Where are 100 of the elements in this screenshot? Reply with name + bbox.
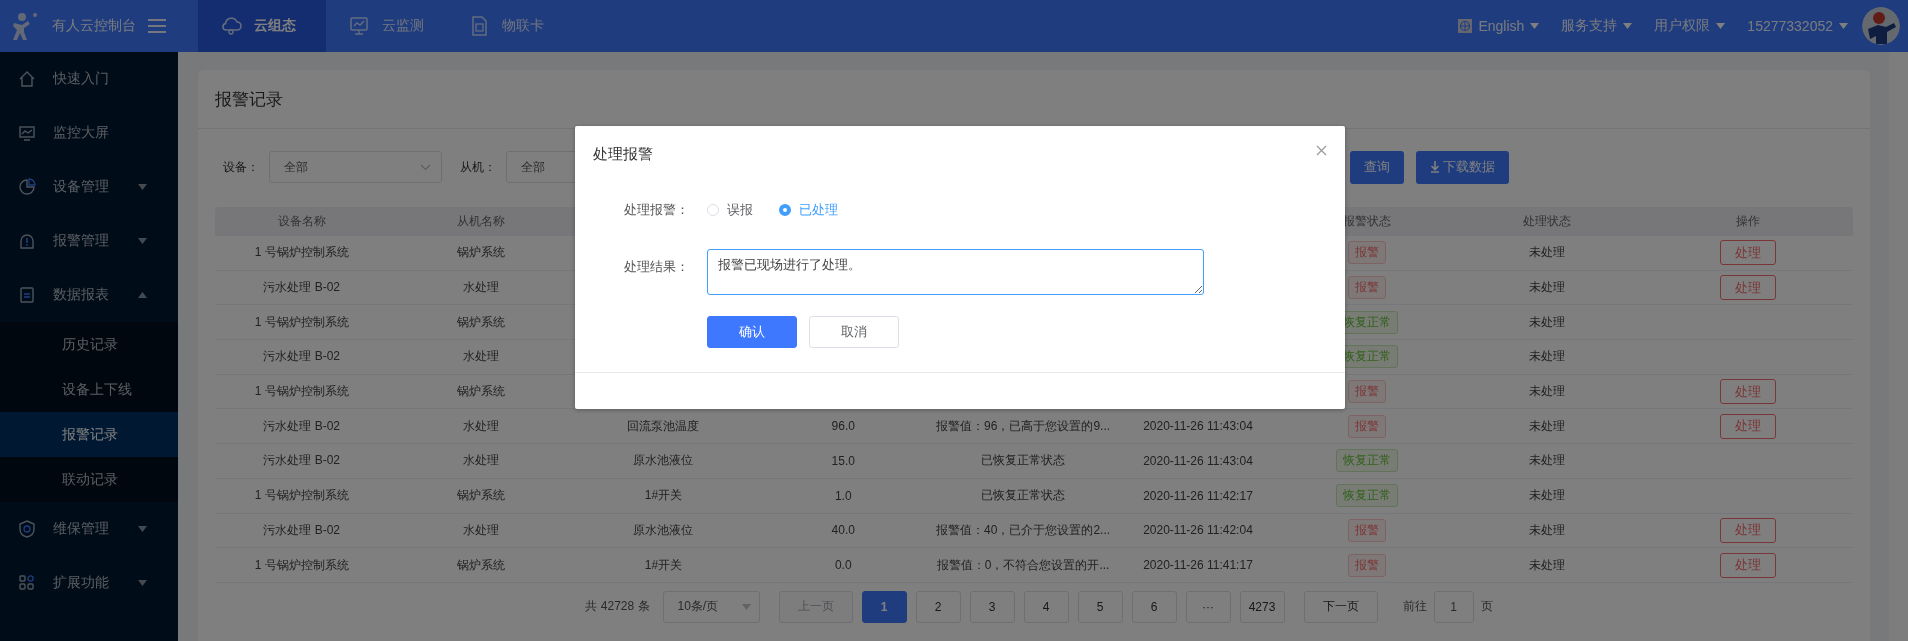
table-cell-text: 2020-11-26 11:43:04 [1143, 452, 1253, 470]
page-button[interactable]: 6 [1131, 590, 1177, 623]
table-cell-text: 水处理 [463, 452, 500, 470]
nav-tab[interactable]: 云组态 [198, 0, 326, 52]
status-tag: 报警 [1348, 414, 1387, 438]
table-cell-text: 未处理 [1529, 244, 1566, 262]
table-cell-text: 未处理 [1529, 452, 1566, 470]
field-label: 处理结果： [623, 258, 689, 276]
status-tag: 报警 [1348, 553, 1387, 577]
table-cell-text: 污水处理 B-02 [263, 452, 341, 470]
globe-icon [1458, 19, 1473, 33]
handle-button[interactable]: 处理 [1719, 517, 1776, 543]
header-menu[interactable]: 15277332052 [1747, 0, 1848, 52]
sidebar-item[interactable]: 报警管理 [0, 214, 178, 268]
filter-label: 设备： [223, 158, 259, 176]
sidebar-subitem[interactable]: 设备上下线 [0, 367, 178, 412]
table-cell-text: 已恢复正常状态 [981, 452, 1066, 470]
page-button[interactable]: 4 [1023, 590, 1069, 623]
page-button[interactable]: 2 [915, 590, 961, 623]
handle-button[interactable]: 处理 [1719, 413, 1776, 439]
caret-icon [138, 292, 147, 298]
avatar[interactable] [1862, 7, 1900, 45]
person-logo-icon [10, 11, 40, 41]
sidebar-subitem[interactable]: 历史记录 [0, 322, 178, 367]
table-cell-text: 污水处理 B-02 [263, 521, 341, 539]
bell-icon [18, 232, 36, 250]
column-header: 操作 [1734, 213, 1761, 230]
status-tag: 恢复正常 [1336, 449, 1399, 473]
header-menu[interactable]: 服务支持 [1561, 0, 1633, 52]
table-cell-text: 未处理 [1529, 417, 1566, 435]
sidebar-item[interactable]: 维保管理 [0, 502, 178, 556]
table-cell-text: 锅炉系统 [457, 487, 506, 505]
page-button[interactable]: 1 [861, 590, 907, 623]
cancel-button[interactable]: 取消 [809, 316, 899, 348]
nav-tab[interactable]: 物联卡 [446, 0, 566, 52]
sidebar-subitem[interactable]: 联动记录 [0, 457, 178, 502]
handle-button[interactable]: 处理 [1719, 240, 1776, 266]
nav-tab[interactable]: 云监测 [326, 0, 446, 52]
status-tag: 报警 [1348, 276, 1387, 300]
table-cell-text: 未处理 [1529, 313, 1566, 331]
table-cell-text: 未处理 [1529, 383, 1566, 401]
table-cell-text: 锅炉系统 [457, 244, 506, 262]
handle-button[interactable]: 处理 [1719, 379, 1776, 405]
close-icon[interactable] [1316, 145, 1327, 156]
handle-button[interactable]: 处理 [1719, 275, 1776, 301]
filter-label: 从机： [460, 158, 496, 176]
field-label: 处理报警： [623, 201, 689, 219]
pie-chart-icon [18, 178, 36, 196]
radio-option[interactable]: 误报 [707, 201, 753, 219]
table-cell-text: 1 号锅炉控制系统 [254, 383, 349, 401]
sidebar-subitem[interactable]: 报警记录 [0, 412, 178, 457]
page-button[interactable]: 4273 [1239, 590, 1285, 623]
handle-button[interactable]: 处理 [1719, 552, 1776, 578]
caret-icon [1839, 23, 1848, 29]
select-field[interactable]: 全部 [269, 151, 442, 183]
result-field[interactable]: 报警已现场进行了处理。 [707, 249, 1204, 295]
status-tag: 报警 [1348, 241, 1387, 265]
status-tag: 报警 [1348, 518, 1387, 542]
table-cell-text: 水处理 [463, 417, 500, 435]
shield-icon [18, 520, 36, 538]
page-button[interactable]: 3 [969, 590, 1015, 623]
status-tag: 恢复正常 [1336, 484, 1399, 508]
table-cell-text: 水处理 [463, 521, 500, 539]
table-cell-text: 2020-11-26 11:41:17 [1143, 557, 1253, 575]
sidebar-item[interactable]: 设备管理 [0, 160, 178, 214]
column-header: 处理状态 [1522, 213, 1573, 230]
page-unit: 页 [1480, 598, 1493, 616]
next-page-button[interactable]: 下一页 [1303, 590, 1378, 623]
header-menu[interactable]: English [1458, 0, 1540, 52]
radio-option[interactable]: 已处理 [779, 201, 838, 219]
document-icon [18, 286, 36, 304]
grid-icon [18, 574, 36, 592]
page-size-select[interactable]: 10条/页 [662, 590, 760, 623]
table-cell-text: 未处理 [1529, 521, 1566, 539]
home-icon [18, 70, 36, 88]
download-button[interactable]: 下载数据 [1416, 150, 1509, 184]
sidebar-item[interactable]: 数据报表 [0, 268, 178, 322]
monitor-icon [18, 124, 36, 142]
menu-icon[interactable] [148, 19, 166, 33]
table-cell-text: 水处理 [463, 348, 500, 366]
column-header: 从机名称 [456, 213, 507, 230]
table-cell-text: 报警值：40，已介于您设置的2... [936, 521, 1111, 539]
caret-icon [1716, 23, 1726, 29]
header-menu[interactable]: 用户权限 [1654, 0, 1726, 52]
table-cell-text: 96.0 [831, 418, 855, 436]
scrollbar[interactable] [1889, 52, 1908, 641]
table-cell-text: 1.0 [834, 487, 852, 505]
table-cell-text: 40.0 [831, 522, 855, 540]
caret-icon [138, 184, 147, 190]
page-button[interactable]: 5 [1077, 590, 1123, 623]
goto-label: 前往 [1402, 598, 1427, 616]
confirm-button[interactable]: 确认 [707, 316, 797, 348]
page-input[interactable]: 1 [1433, 590, 1474, 623]
table-cell-text: 未处理 [1529, 556, 1566, 574]
page-button[interactable]: ··· [1185, 590, 1231, 623]
query-button[interactable]: 查询 [1350, 150, 1404, 184]
sidebar-item[interactable]: 扩展功能 [0, 556, 178, 610]
sidebar-item[interactable]: 监控大屏 [0, 106, 178, 160]
sidebar-item[interactable]: 快速入门 [0, 52, 178, 106]
table-cell-text: 未处理 [1529, 279, 1566, 297]
